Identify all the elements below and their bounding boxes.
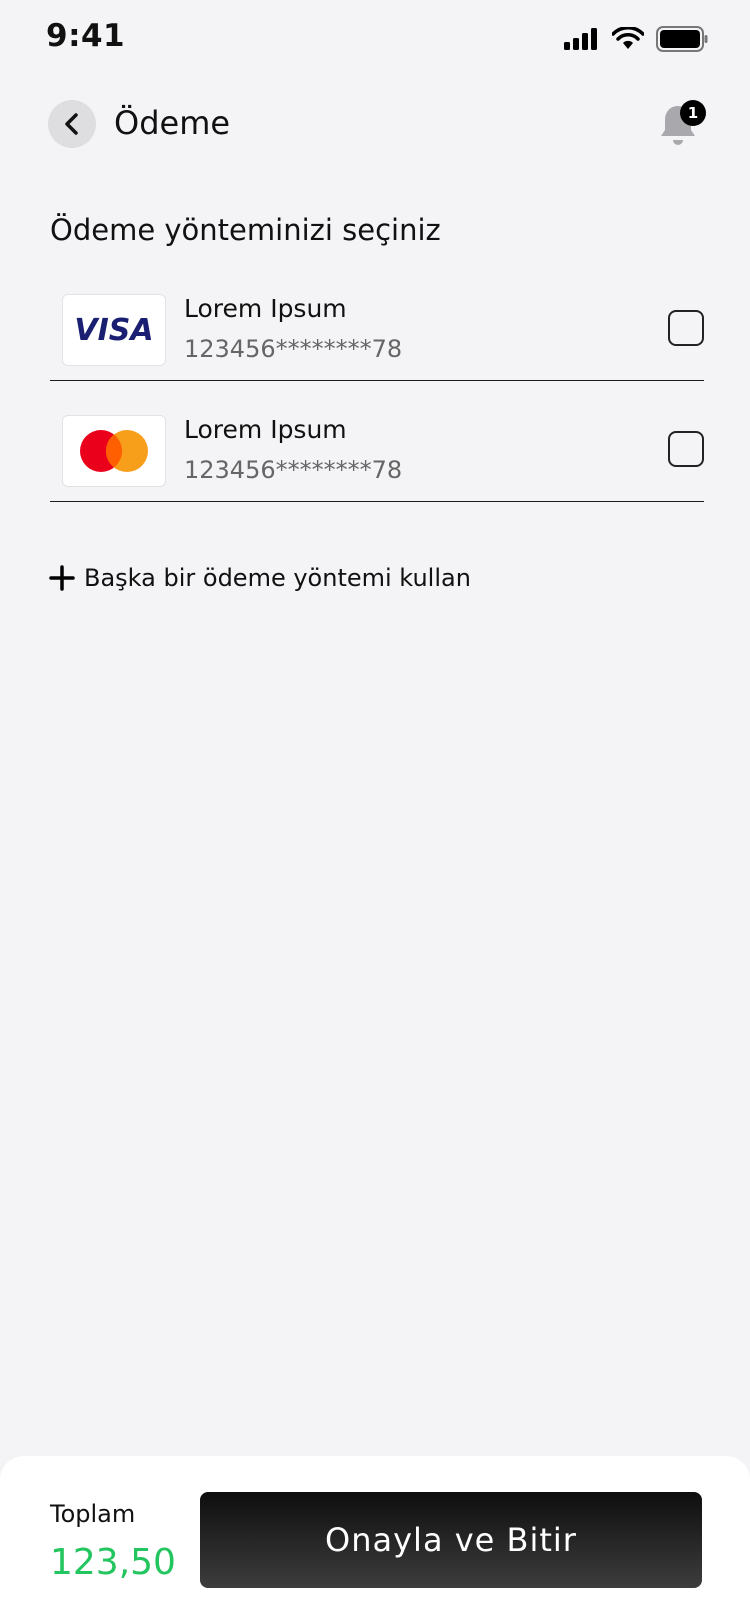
mastercard-logo [62,415,166,487]
card-name: Lorem Ipsum [184,415,347,444]
total-label: Toplam [50,1500,136,1528]
payment-method-visa[interactable]: VISA Lorem Ipsum 123456********78 [50,290,704,381]
visa-logo-text: VISA [74,313,153,347]
add-payment-method-label: Başka bir ödeme yöntemi kullan [84,564,471,592]
select-checkbox[interactable] [668,310,704,346]
cellular-signal-icon [564,28,597,50]
payment-method-mastercard[interactable]: Lorem Ipsum 123456********78 [50,411,704,502]
back-button[interactable] [48,100,96,148]
total-value: 123,50 [50,1542,176,1583]
confirm-button[interactable]: Onayla ve Bitir [200,1492,702,1588]
payment-method-list: VISA Lorem Ipsum 123456********78 Lorem … [50,290,704,532]
card-number: 123456********78 [184,456,403,484]
status-icons [564,26,708,52]
wifi-icon [612,27,644,49]
page-title: Ödeme [114,104,231,142]
notification-badge: 1 [680,100,706,126]
status-bar: 9:41 [0,0,750,80]
status-time: 9:41 [46,18,126,54]
notifications-button[interactable]: 1 [658,100,706,150]
add-payment-method-button[interactable]: Başka bir ödeme yöntemi kullan [48,564,471,592]
plus-icon [49,565,75,591]
chevron-left-icon [65,113,78,135]
header: Ödeme 1 [0,100,750,158]
card-number: 123456********78 [184,335,403,363]
visa-logo: VISA [62,294,166,366]
section-title: Ödeme yönteminizi seçiniz [50,213,441,247]
battery-icon [656,26,708,52]
select-checkbox[interactable] [668,431,704,467]
checkout-footer: Toplam 123,50 Onayla ve Bitir [0,1456,750,1624]
card-name: Lorem Ipsum [184,294,347,323]
